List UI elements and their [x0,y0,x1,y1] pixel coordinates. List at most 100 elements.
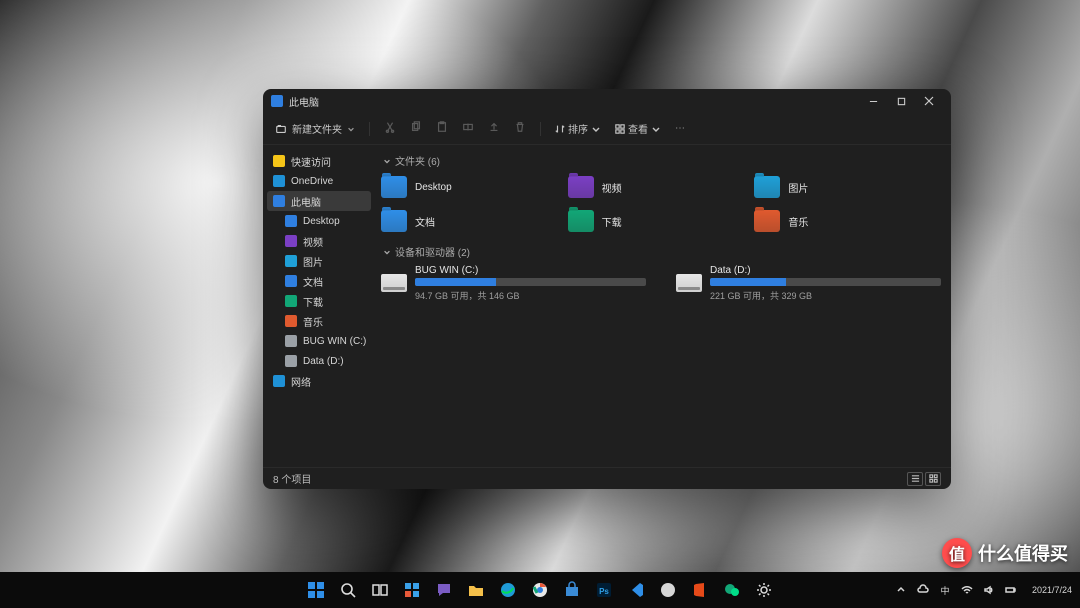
status-text: 8 个项目 [273,471,311,486]
search-button[interactable] [334,576,362,604]
watermark: 值 什么值得买 [942,538,1068,568]
sidebar-item-4[interactable]: 视频 [263,231,375,251]
sidebar-item-icon [285,275,297,287]
sidebar-item-label: 图片 [303,254,323,269]
view-button[interactable]: 查看 [615,121,661,136]
tray-date: 2021/7/24 [1027,585,1072,595]
sidebar-item-icon [285,295,297,307]
folder-item-0[interactable]: Desktop [381,174,568,200]
folder-label: 下载 [602,214,622,229]
vscode-button[interactable] [622,576,650,604]
drive-name: Data (D:) [710,265,941,276]
folders-header-label: 文件夹 (6) [395,153,440,168]
sidebar-item-label: 快速访问 [291,154,331,169]
sidebar-item-1[interactable]: OneDrive [263,171,375,191]
this-pc-icon [271,95,283,107]
sort-label: 排序 [568,121,588,136]
settings-button[interactable] [750,576,778,604]
copy-icon[interactable] [410,121,422,136]
folders-section-header[interactable]: 文件夹 (6) [383,153,941,168]
folder-icon [381,176,407,198]
new-folder-button[interactable]: 新建文件夹 [275,121,355,136]
edge-button[interactable] [494,576,522,604]
folder-icon [568,176,594,198]
minimize-button[interactable] [859,89,887,113]
chrome-button[interactable] [526,576,554,604]
task-view-button[interactable] [366,576,394,604]
folder-label: 文档 [415,214,435,229]
drive-item-1[interactable]: Data (D:)221 GB 可用，共 329 GB [676,265,941,302]
tray-volume-icon[interactable] [983,584,995,596]
sidebar-item-3[interactable]: Desktop [263,211,375,231]
app-button-1[interactable] [654,576,682,604]
sidebar-item-6[interactable]: 文档 [263,271,375,291]
sidebar-item-8[interactable]: 音乐 [263,311,375,331]
sidebar-item-2[interactable]: 此电脑 [267,191,371,211]
drives-section-header[interactable]: 设备和驱动器 (2) [383,244,941,259]
sidebar-item-icon [285,215,297,227]
tray-datetime[interactable]: 下午几点钟 2021/7/24 [1027,585,1072,595]
sidebar-item-9[interactable]: BUG WIN (C:) [263,331,375,351]
sidebar-item-label: Data (D:) [303,356,344,367]
toolbar-divider [540,122,541,136]
explorer-button[interactable] [462,576,490,604]
rename-icon[interactable] [462,121,474,136]
sidebar: 快速访问 OneDrive此电脑 Desktop 视频图片文档下载音乐BUG WIN … [263,145,375,467]
widgets-button[interactable] [398,576,426,604]
drive-item-0[interactable]: BUG WIN (C:)94.7 GB 可用，共 146 GB [381,265,646,302]
paste-icon[interactable] [436,121,448,136]
start-button[interactable] [302,576,330,604]
folder-item-5[interactable]: 音乐 [754,208,941,234]
tray-onedrive-icon[interactable] [917,584,929,596]
drive-icon [381,274,407,292]
tray-battery-icon[interactable] [1005,584,1017,596]
photoshop-button[interactable]: Ps [590,576,618,604]
details-view-icon[interactable] [907,472,923,486]
watermark-badge: 值 [942,538,972,568]
sidebar-item-11[interactable]: 网络 [263,371,375,391]
taskbar-center: Ps [302,576,778,604]
close-button[interactable] [915,89,943,113]
file-explorer-window: 此电脑 新建文件夹 排序 [263,89,951,489]
sidebar-item-label: 下载 [303,294,323,309]
chat-button[interactable] [430,576,458,604]
view-toggle[interactable] [907,472,941,486]
toolbar: 新建文件夹 排序 查看 ⋯ [263,113,951,145]
maximize-button[interactable] [887,89,915,113]
drive-icon [676,274,702,292]
folder-icon [754,176,780,198]
sidebar-item-icon [285,255,297,267]
folder-item-2[interactable]: 图片 [754,174,941,200]
sidebar-item-label: 视频 [303,234,323,249]
sort-button[interactable]: 排序 [555,121,601,136]
office-button[interactable] [686,576,714,604]
desktop-background: 此电脑 新建文件夹 排序 [0,0,1080,608]
share-icon[interactable] [488,121,500,136]
folder-item-1[interactable]: 视频 [568,174,755,200]
sidebar-item-icon [285,315,297,327]
folder-item-4[interactable]: 下载 [568,208,755,234]
sidebar-item-label: Desktop [303,216,340,227]
sidebar-item-5[interactable]: 图片 [263,251,375,271]
titlebar[interactable]: 此电脑 [263,89,951,113]
sidebar-item-7[interactable]: 下载 [263,291,375,311]
tray-chevron-icon[interactable] [895,584,907,596]
folder-item-3[interactable]: 文档 [381,208,568,234]
wechat-button[interactable] [718,576,746,604]
tray-language-icon[interactable]: 中 [939,584,951,596]
drives-header-label: 设备和驱动器 (2) [395,244,470,259]
cut-icon[interactable] [384,121,396,136]
sidebar-item-10[interactable]: Data (D:) [263,351,375,371]
sidebar-item-0[interactable]: 快速访问 [263,151,375,171]
drive-usage-bar [415,278,646,286]
folder-label: Desktop [415,182,452,193]
delete-icon[interactable] [514,121,526,136]
tray-wifi-icon[interactable] [961,584,973,596]
sidebar-item-label: 文档 [303,274,323,289]
folder-label: 音乐 [788,214,808,229]
grid-view-icon[interactable] [925,472,941,486]
system-tray: 中 下午几点钟 2021/7/24 [895,572,1072,608]
sidebar-item-label: 网络 [291,374,311,389]
store-button[interactable] [558,576,586,604]
more-button[interactable]: ⋯ [675,123,686,134]
